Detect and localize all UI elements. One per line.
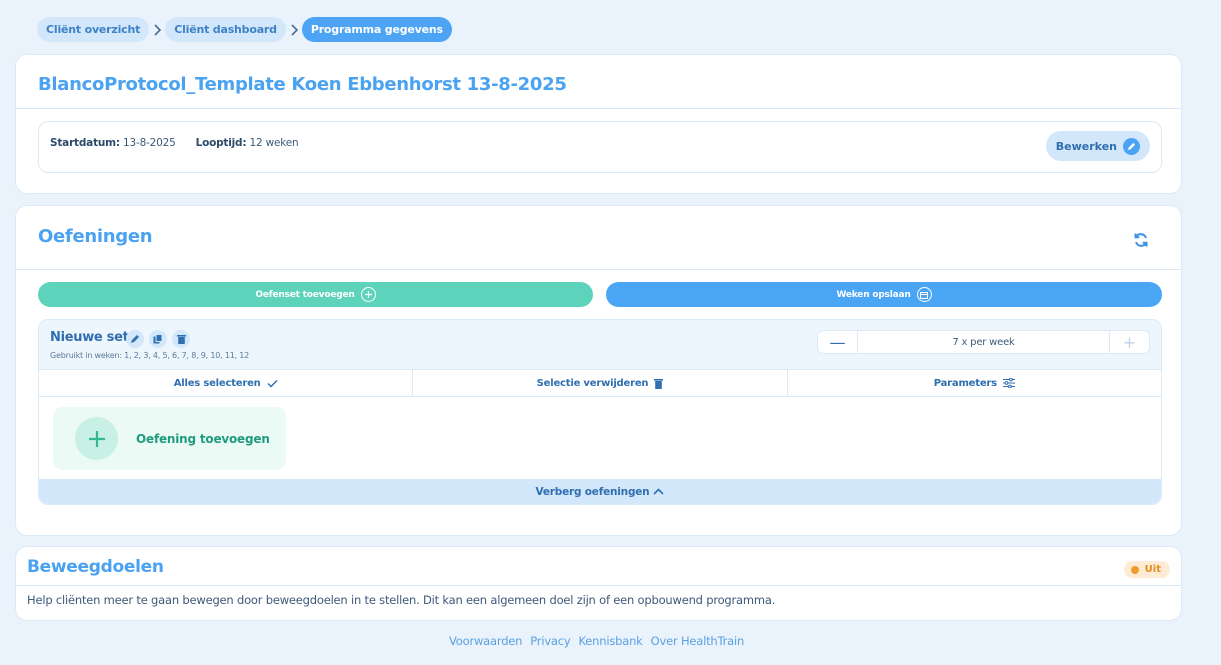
duration: Looptijd: 12 weken [196,137,299,149]
select-all-button[interactable]: Alles selecteren [39,370,412,396]
check-icon [267,379,278,388]
exercises-title: Oefeningen [38,226,153,247]
add-exercise-set-label: Oefenset toevoegen [255,289,355,300]
plus-circle-icon [360,287,376,302]
divider [16,108,1181,109]
frequency-stepper: — 7 x per week + [817,330,1150,354]
movement-goals-card: Beweegdoelen Uit Help cliënten meer te g… [15,546,1182,621]
edit-button-label: Bewerken [1055,139,1117,153]
calendar-icon [916,287,932,302]
increment-button[interactable]: + [1110,331,1149,353]
refresh-icon[interactable] [1133,232,1149,252]
status-toggle[interactable]: Uit [1123,561,1170,578]
add-exercise-set-button[interactable]: Oefenset toevoegen [38,282,593,307]
breadcrumb-client-overview[interactable]: Cliënt overzicht [37,17,150,42]
chevron-up-icon [653,488,665,495]
parameters-label: Parameters [933,377,997,389]
divider [16,585,1181,586]
breadcrumb-program-details[interactable]: Programma gegevens [301,17,452,42]
divider [16,269,1181,270]
start-date-value: 13-8-2025 [123,137,176,149]
used-in-weeks: Gebruikt in weken: 1, 2, 3, 4, 5, 6, 7, … [50,351,250,360]
decrement-button[interactable]: — [818,331,857,353]
pencil-icon [1123,137,1140,155]
exercise-set: Nieuwe set Gebruikt in weken: 1, 2, 3, 4… [38,319,1162,505]
delete-selection-label: Selectie verwijderen [536,377,649,389]
save-weeks-label: Weken opslaan [836,289,911,300]
chevron-right-icon [286,23,302,36]
program-details-card: BlancoProtocol_Template Koen Ebbenhorst … [15,54,1182,194]
chevron-right-icon [149,23,165,36]
save-weeks-button[interactable]: Weken opslaan [606,282,1162,307]
trash-icon [654,378,664,389]
duration-value: 12 weken [249,137,299,149]
pencil-icon[interactable] [126,330,144,348]
footer-link-privacy[interactable]: Privacy [530,634,570,648]
frequency-value: 7 x per week [857,331,1110,353]
movement-goals-title: Beweegdoelen [27,557,164,577]
footer-link-about[interactable]: Over HealthTrain [651,634,745,648]
set-action-row: Alles selecteren Selectie verwijderen Pa… [39,369,1161,397]
start-date: Startdatum: 13-8-2025 [50,137,176,149]
hide-exercises-button[interactable]: Verberg oefeningen [39,479,1161,504]
exercises-card: Oefeningen Oefenset toevoegen Weken opsl… [15,205,1182,536]
breadcrumb-client-dashboard[interactable]: Cliënt dashboard [165,17,286,42]
footer-link-terms[interactable]: Voorwaarden [449,634,522,648]
sliders-icon [1002,378,1015,388]
edit-button[interactable]: Bewerken [1045,131,1150,161]
status-dot-icon [1130,565,1139,574]
copy-icon[interactable] [149,330,167,348]
set-name: Nieuwe set [50,330,129,345]
program-info-row: Startdatum: 13-8-2025 Looptijd: 12 weken [50,137,299,149]
trash-icon[interactable] [172,330,190,348]
parameters-button[interactable]: Parameters [786,370,1161,396]
breadcrumb: Cliënt overzicht Cliënt dashboard Progra… [37,17,452,42]
movement-goals-description: Help cliënten meer te gaan bewegen door … [27,593,776,607]
plus-icon [75,417,118,460]
add-exercise-label: Oefening toevoegen [136,431,270,446]
start-date-label: Startdatum: [50,137,120,149]
footer-links: Voorwaarden Privacy Kennisbank Over Heal… [449,634,744,648]
footer-link-knowledge-base[interactable]: Kennisbank [579,634,643,648]
program-info-box: Startdatum: 13-8-2025 Looptijd: 12 weken… [38,121,1162,173]
set-actions [126,330,190,348]
add-exercise-tile[interactable]: Oefening toevoegen [53,407,286,470]
exercise-set-header: Nieuwe set Gebruikt in weken: 1, 2, 3, 4… [39,320,1161,369]
duration-label: Looptijd: [195,137,247,149]
hide-exercises-label: Verberg oefeningen [535,485,650,498]
delete-selection-button[interactable]: Selectie verwijderen [412,370,786,396]
status-label: Uit [1144,564,1161,575]
page-title: BlancoProtocol_Template Koen Ebbenhorst … [38,74,567,95]
select-all-label: Alles selecteren [173,377,261,389]
